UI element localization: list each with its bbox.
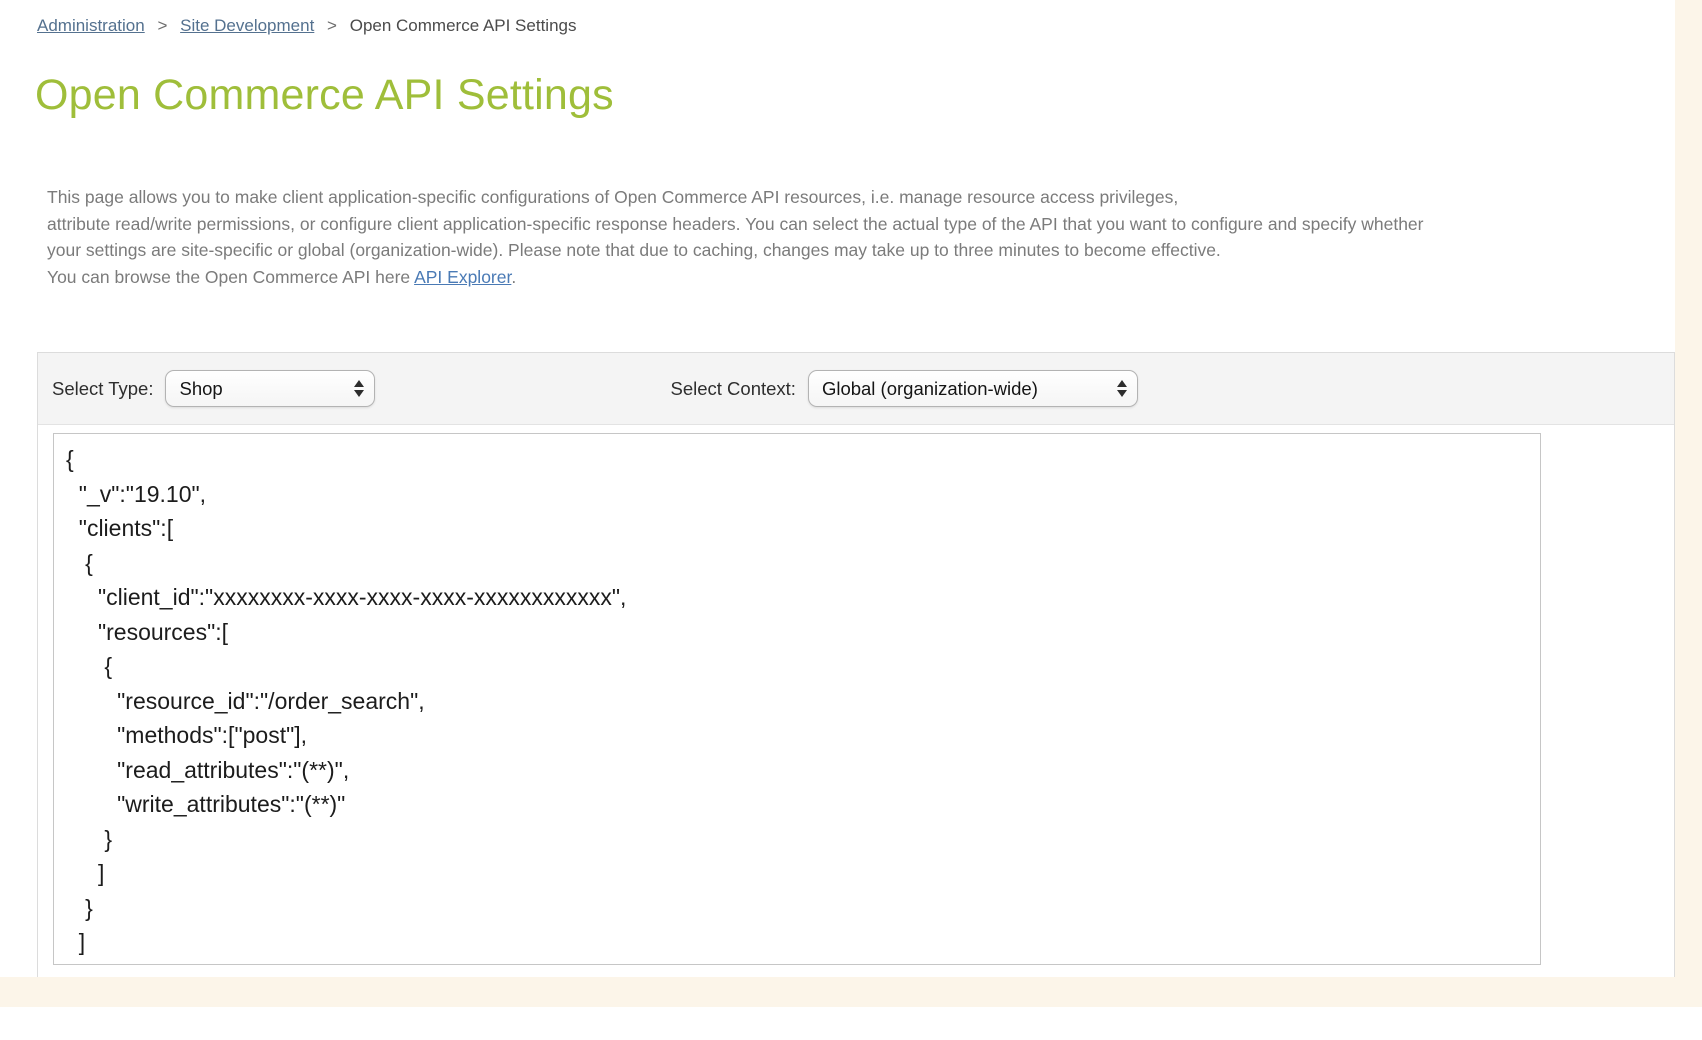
- breadcrumb-separator: >: [327, 16, 337, 35]
- editor-container: [38, 425, 1674, 965]
- description-line: your settings are site-specific or globa…: [47, 237, 1423, 264]
- select-context-value: Global (organization-wide): [822, 378, 1038, 400]
- breadcrumb-link-administration[interactable]: Administration: [37, 16, 145, 35]
- select-context-label: Select Context:: [670, 378, 795, 400]
- browse-text-suffix: .: [511, 267, 516, 287]
- page-title: Open Commerce API Settings: [35, 71, 614, 120]
- breadcrumb-link-site-development[interactable]: Site Development: [180, 16, 314, 35]
- breadcrumb-current-page: Open Commerce API Settings: [350, 16, 577, 35]
- settings-toolbar: Select Type: Shop Select Context: Global…: [38, 353, 1674, 425]
- ocapi-settings-panel: Select Type: Shop Select Context: Global…: [37, 352, 1675, 977]
- api-explorer-link[interactable]: API Explorer: [414, 267, 511, 287]
- select-type-label: Select Type:: [52, 378, 153, 400]
- description-line: attribute read/write permissions, or con…: [47, 211, 1423, 238]
- page-canvas: Administration > Site Development > Open…: [0, 0, 1702, 1040]
- select-type-dropdown[interactable]: Shop: [165, 370, 375, 407]
- cream-edge-bottom: [0, 977, 1702, 1007]
- browse-text: You can browse the Open Commerce API her…: [47, 267, 414, 287]
- select-stepper-icon: [354, 380, 364, 397]
- select-stepper-icon: [1117, 380, 1127, 397]
- breadcrumb-separator: >: [157, 16, 167, 35]
- json-editor[interactable]: [53, 433, 1541, 965]
- description-line: This page allows you to make client appl…: [47, 184, 1423, 211]
- breadcrumb: Administration > Site Development > Open…: [37, 16, 577, 36]
- select-context-dropdown[interactable]: Global (organization-wide): [808, 370, 1138, 407]
- cream-edge-right: [1675, 0, 1702, 1007]
- select-type-value: Shop: [179, 378, 222, 400]
- description-browse-line: You can browse the Open Commerce API her…: [47, 264, 1423, 291]
- page-description: This page allows you to make client appl…: [47, 184, 1423, 290]
